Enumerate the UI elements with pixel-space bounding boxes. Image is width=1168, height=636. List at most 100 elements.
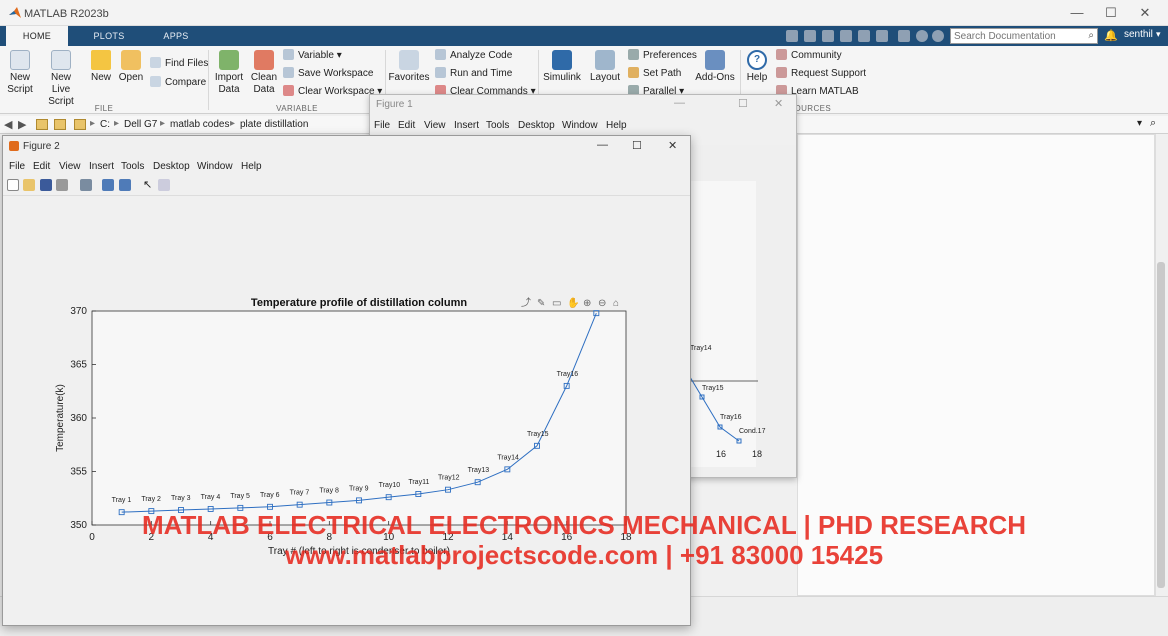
zoom-in-icon[interactable]: ⊕: [583, 298, 591, 309]
brush-icon[interactable]: ✎: [537, 298, 545, 309]
menu-tools[interactable]: Tools: [121, 161, 144, 172]
compare-button[interactable]: Compare: [150, 75, 206, 91]
browse-folder-icon[interactable]: [54, 119, 66, 130]
add-ons-button[interactable]: Add-Ons: [694, 50, 736, 84]
preferences-button[interactable]: Preferences: [628, 48, 697, 64]
clear-workspace-button[interactable]: Clear Workspace ▾: [283, 84, 382, 100]
layout-icon: [595, 50, 615, 70]
new-figure-icon[interactable]: [7, 179, 19, 191]
breadcrumb-dell-g7[interactable]: Dell G7: [124, 119, 157, 130]
new-label: New: [90, 72, 111, 83]
import-data-button[interactable]: Import Data: [212, 50, 246, 96]
search-icon[interactable]: ⌕: [1088, 30, 1094, 41]
close-button[interactable]: ✕: [668, 139, 677, 152]
figure1-title: Figure 1: [376, 99, 413, 110]
maximize-button[interactable]: ☐: [632, 139, 642, 152]
new-button[interactable]: New: [88, 50, 114, 84]
bell-icon[interactable]: 🔔: [1104, 29, 1118, 42]
menu-view[interactable]: View: [424, 120, 446, 131]
chevron-down-icon[interactable]: ▾: [1156, 29, 1161, 40]
new-live-script-button[interactable]: New Live Script: [38, 50, 84, 108]
new-script-button[interactable]: New Script: [4, 50, 36, 96]
property-inspector-icon[interactable]: [158, 179, 170, 191]
menu-window[interactable]: Window: [562, 120, 598, 131]
home-icon[interactable]: ⌂: [613, 298, 619, 309]
menu-help[interactable]: Help: [241, 161, 262, 172]
request-support-button[interactable]: Request Support: [776, 66, 866, 82]
pointer-icon[interactable]: ↖: [143, 178, 152, 191]
community-button[interactable]: Community: [776, 48, 842, 64]
variable-button[interactable]: Variable ▾: [283, 48, 342, 64]
search-documentation-box[interactable]: ⌕: [950, 28, 1098, 44]
menu-insert[interactable]: Insert: [89, 161, 114, 172]
help-icon: ?: [747, 50, 767, 70]
export-icon[interactable]: ⤴: [521, 296, 531, 309]
find-files-label: Find Files: [165, 58, 209, 69]
menu-file[interactable]: File: [374, 120, 390, 131]
tab-plots[interactable]: PLOTS: [78, 26, 140, 46]
up-folder-icon[interactable]: [36, 119, 48, 130]
clean-data-button[interactable]: Clean Data: [248, 50, 280, 96]
chevron-down-icon[interactable]: ▾: [1137, 118, 1142, 129]
menu-window[interactable]: Window: [197, 161, 233, 172]
help-circle-icon[interactable]: [916, 30, 928, 42]
switch-windows-icon[interactable]: [898, 30, 910, 42]
minimize-button[interactable]: —: [597, 139, 608, 151]
zoom-out-icon[interactable]: ⊖: [598, 298, 606, 309]
open-button[interactable]: Open: [116, 50, 146, 84]
set-path-button[interactable]: Set Path: [628, 66, 681, 82]
cut-icon[interactable]: [804, 30, 816, 42]
insert-legend-icon[interactable]: [119, 179, 131, 191]
menu-view[interactable]: View: [59, 161, 81, 172]
save-icon[interactable]: [40, 179, 52, 191]
data-point-label: Tray 5: [230, 493, 250, 500]
close-button[interactable]: ✕: [774, 97, 783, 110]
user-account[interactable]: senthil: [1124, 29, 1153, 40]
menu-edit[interactable]: Edit: [33, 161, 50, 172]
data-point-label: Tray10: [379, 482, 401, 489]
insert-colorbar-icon[interactable]: [102, 179, 114, 191]
forward-arrow-icon[interactable]: ▶: [18, 118, 26, 131]
redo-icon[interactable]: [876, 30, 888, 42]
minimize-button[interactable]: —: [1060, 0, 1094, 26]
open-file-icon[interactable]: [23, 179, 35, 191]
menu-desktop[interactable]: Desktop: [153, 161, 190, 172]
breadcrumb-matlab-codes[interactable]: matlab codes: [170, 119, 229, 130]
learn-matlab-label: Learn MATLAB: [791, 86, 859, 97]
favorites-button[interactable]: Favorites: [388, 50, 430, 84]
undo-icon[interactable]: [858, 30, 870, 42]
breadcrumb-plate-distillation[interactable]: plate distillation: [240, 119, 308, 130]
close-circle-icon[interactable]: [932, 30, 944, 42]
tab-home[interactable]: HOME: [6, 26, 68, 46]
print-icon[interactable]: [56, 179, 68, 191]
copy-icon[interactable]: [822, 30, 834, 42]
analyze-code-button[interactable]: Analyze Code: [435, 48, 512, 64]
save-workspace-button[interactable]: Save Workspace: [283, 66, 373, 82]
back-arrow-icon[interactable]: ◀: [4, 118, 12, 131]
close-button[interactable]: ✕: [1128, 0, 1162, 26]
analyze-code-icon: [435, 49, 446, 60]
search-input[interactable]: [951, 29, 1081, 43]
simulink-button[interactable]: Simulink: [542, 50, 582, 84]
menu-desktop[interactable]: Desktop: [518, 120, 555, 131]
help-button[interactable]: ? Help: [744, 50, 770, 84]
layout-button[interactable]: Layout: [588, 50, 622, 84]
data-tip-icon[interactable]: ▭: [552, 298, 561, 309]
menu-file[interactable]: File: [9, 161, 25, 172]
maximize-button[interactable]: ☐: [1094, 0, 1128, 26]
paste-icon[interactable]: [840, 30, 852, 42]
find-files-button[interactable]: Find Files: [150, 56, 208, 72]
run-and-time-button[interactable]: Run and Time: [435, 66, 512, 82]
menu-help[interactable]: Help: [606, 120, 627, 131]
menu-tools[interactable]: Tools: [486, 120, 509, 131]
link-plot-icon[interactable]: [80, 179, 92, 191]
maximize-button[interactable]: ☐: [738, 97, 748, 110]
breadcrumb-drive[interactable]: C:: [100, 119, 110, 130]
save-icon[interactable]: [786, 30, 798, 42]
pan-icon[interactable]: ✋: [567, 296, 579, 309]
search-icon[interactable]: ⌕: [1150, 117, 1156, 130]
minimize-button[interactable]: —: [674, 97, 685, 109]
tab-apps[interactable]: APPS: [146, 26, 206, 46]
menu-edit[interactable]: Edit: [398, 120, 415, 131]
menu-insert[interactable]: Insert: [454, 120, 479, 131]
